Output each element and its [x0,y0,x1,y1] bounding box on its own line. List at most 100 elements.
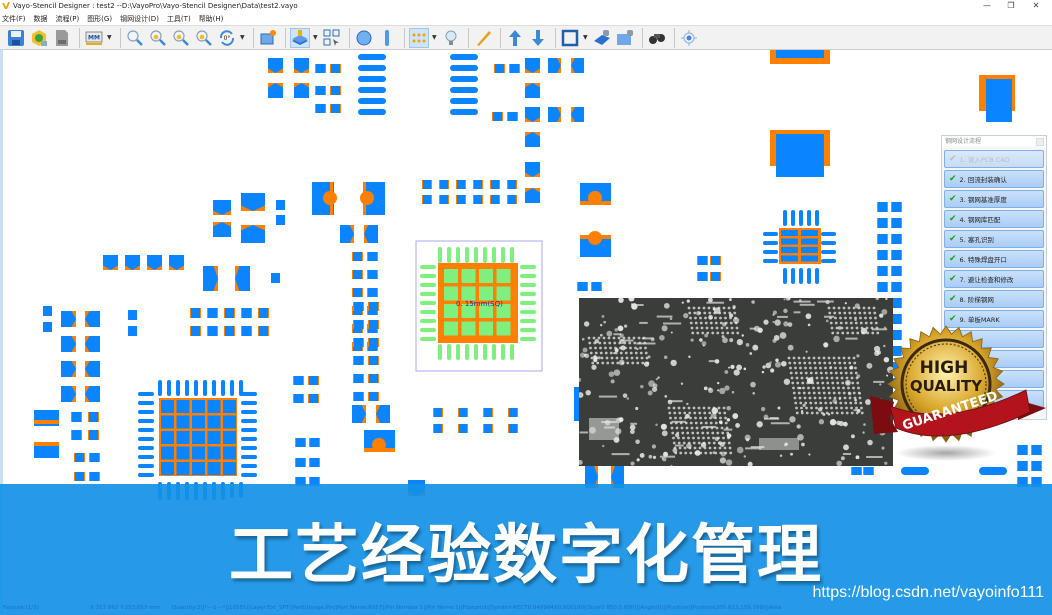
pad[interactable] [801,247,818,253]
oblong-pad[interactable] [447,344,451,360]
pad[interactable] [459,408,467,417]
oblong-pad[interactable] [138,428,154,432]
oblong-pad[interactable] [241,392,257,396]
oblong-pad[interactable] [520,292,536,296]
oblong-pad[interactable] [420,319,436,323]
oblong-pad[interactable] [450,109,478,115]
selected-pad[interactable] [479,286,493,301]
pad[interactable] [892,266,901,276]
pad[interactable] [852,467,861,475]
aperture[interactable] [34,420,59,424]
aperture[interactable] [580,201,611,205]
pad[interactable] [892,234,901,244]
oblong-pad[interactable] [791,268,795,284]
oblong-pad[interactable] [791,210,795,226]
pad[interactable] [440,195,448,204]
oblong-pad[interactable] [520,274,536,278]
aperture[interactable] [364,448,395,452]
oblong-pad[interactable] [420,310,436,314]
zoom-out-button[interactable] [171,28,191,48]
locate-button[interactable] [679,28,699,48]
pad[interactable] [698,272,707,281]
oblong-pad[interactable] [510,344,514,360]
pad[interactable] [801,238,818,245]
pad-tool-button[interactable] [615,28,635,48]
pad[interactable] [72,430,81,440]
pad[interactable] [90,472,99,481]
pad[interactable] [354,392,363,401]
pad[interactable] [353,288,362,297]
selected-pad[interactable] [444,269,458,283]
thermal-pad[interactable] [192,462,205,475]
oblong-pad[interactable] [241,401,257,405]
oblong-pad[interactable] [420,301,436,305]
oblong-pad[interactable] [438,344,442,360]
pad[interactable] [208,308,217,318]
pad[interactable] [801,255,818,262]
pad[interactable] [89,430,98,440]
oblong-pad[interactable] [783,210,787,226]
oblong-pad[interactable] [358,54,386,60]
thermal-pad[interactable] [192,400,205,413]
pad[interactable] [331,104,340,113]
oblong-pad[interactable] [138,437,154,441]
oblong-pad[interactable] [241,437,257,441]
thermal-pad[interactable] [207,400,221,413]
pad[interactable] [474,180,482,189]
oblong-pad[interactable] [465,344,469,360]
pad[interactable] [495,64,504,73]
pad[interactable] [354,338,363,347]
oblong-pad[interactable] [138,446,154,450]
pad[interactable] [698,256,707,265]
thermal-pad[interactable] [207,415,221,429]
maximize-button[interactable]: ❐ [999,0,1023,12]
search-button[interactable] [647,28,667,48]
oblong-pad[interactable] [230,380,234,396]
oblong-pad[interactable] [456,344,460,360]
pad[interactable] [781,247,798,253]
oblong-pad[interactable] [815,268,819,284]
close-button[interactable]: ✕ [1024,0,1048,12]
oblong-pad[interactable] [358,98,386,104]
thermal-pad[interactable] [207,431,221,444]
pad[interactable] [434,424,442,433]
pad[interactable] [354,302,363,311]
aperture[interactable] [34,442,59,446]
oblong-pad[interactable] [241,410,257,414]
pad[interactable] [457,195,465,204]
oblong-pad[interactable] [520,337,536,341]
oblong-pad[interactable] [138,392,154,396]
oblong-pad[interactable] [979,467,1007,475]
menu-process[interactable]: 流程(P) [56,14,80,24]
cad-export-button[interactable] [52,28,72,48]
oblong-pad[interactable] [203,380,207,396]
pad[interactable] [310,458,319,467]
pad[interactable] [354,320,363,329]
oblong-pad[interactable] [158,380,162,396]
pad[interactable] [459,424,467,433]
pad[interactable] [208,326,217,336]
pad[interactable] [72,412,81,422]
oblong-pad[interactable] [241,455,257,459]
oblong-pad[interactable] [474,247,478,263]
selected-pad[interactable] [461,321,476,336]
pad[interactable] [491,195,499,204]
pad[interactable] [309,376,318,385]
pad[interactable] [892,298,901,308]
pad[interactable] [369,302,378,311]
pad[interactable] [434,408,442,417]
pad[interactable] [242,326,251,336]
workflow-step[interactable]: ✔ 4. 钢网库匹配 [944,210,1044,228]
oblong-pad[interactable] [420,283,436,287]
oblong-pad[interactable] [450,65,478,71]
thermal-pad[interactable] [161,462,174,475]
selected-pad[interactable] [496,269,511,283]
rotate-button[interactable]: 0° [217,28,237,48]
pad[interactable] [369,392,378,401]
pad[interactable] [225,326,234,336]
oblong-pad[interactable] [520,310,536,314]
pad[interactable] [43,306,52,316]
pad[interactable] [271,273,280,283]
circle-shape-button[interactable] [354,28,374,48]
pad[interactable] [369,338,378,347]
